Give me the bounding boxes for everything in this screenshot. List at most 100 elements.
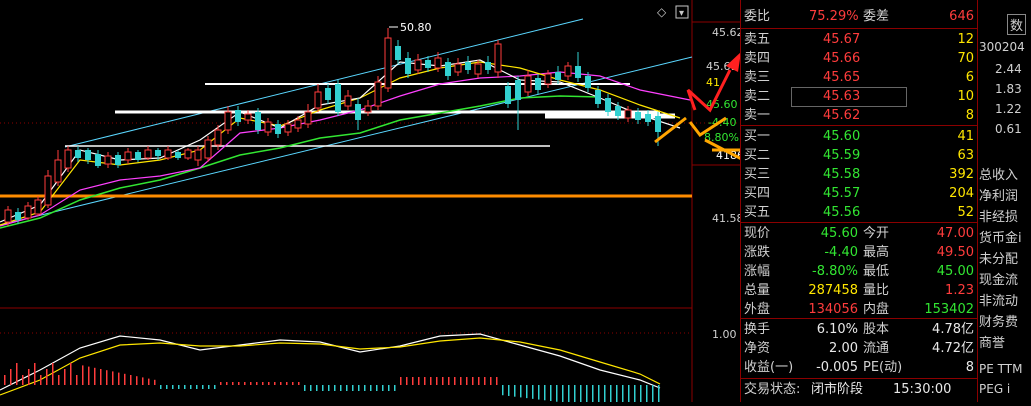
macd-bar <box>112 371 114 385</box>
marker-label-2: 41 <box>706 76 720 89</box>
macd-bar <box>460 377 462 385</box>
bid-price: 45.59 <box>823 148 861 163</box>
bid-label: 买三 <box>744 167 771 182</box>
macd-bar <box>244 382 246 385</box>
macd-bar <box>46 369 48 385</box>
bid-row[interactable]: 买四 45.57 204 <box>741 184 978 203</box>
macd-bar <box>592 385 594 406</box>
side-item[interactable]: 未分配 <box>979 248 1018 267</box>
diamond-icon[interactable]: ◇ <box>657 5 667 19</box>
bid-volume: 204 <box>949 186 974 201</box>
macd-bar <box>238 382 240 385</box>
side-item[interactable]: 商誉 <box>979 332 1005 351</box>
side-item[interactable]: 财务费 <box>979 311 1018 330</box>
bid-row[interactable]: 买三 45.58 392 <box>741 165 978 184</box>
candle-body <box>115 155 121 165</box>
macd-bar <box>502 385 504 396</box>
macd-bar <box>262 382 264 385</box>
ask-row[interactable]: 卖五 45.67 12 <box>741 30 978 49</box>
status-row: 交易状态: 闭市阶段 15:30:00 <box>741 380 978 399</box>
kline-chart[interactable]: 50.80 ◇ ▾ 45.62 41.58 1.00 45.61 41 45.6… <box>0 0 783 406</box>
selected-ask-box[interactable] <box>791 87 907 107</box>
stat-label: 今开 <box>863 226 890 241</box>
candle-body <box>304 111 312 125</box>
candle-body <box>325 88 331 100</box>
bid-row[interactable]: 买一 45.60 41 <box>741 127 978 146</box>
macd-bar <box>628 385 630 406</box>
candle-body <box>275 124 281 134</box>
status-time: 15:30:00 <box>893 382 952 397</box>
candle-body <box>314 91 322 109</box>
quote-panel: 委比 75.29% 委差 646 卖五 45.67 12 卖四 45.66 70 卖三 45.… <box>740 0 978 402</box>
stat2-value: 4.72亿 <box>932 341 974 356</box>
side-tab[interactable]: 数 <box>1007 14 1027 35</box>
macd-bar <box>172 385 174 389</box>
macd-bar <box>100 369 102 385</box>
stat-label: 最高 <box>863 245 890 260</box>
kline-svg[interactable]: 50.80 ◇ ▾ 45.62 41.58 1.00 45.61 41 45.6… <box>0 0 783 406</box>
macd-bar <box>478 377 480 385</box>
ask-label: 卖二 <box>744 89 771 104</box>
macd-bar <box>226 382 228 385</box>
stat-row: 涨幅 -8.80% 最低 45.00 <box>741 262 978 281</box>
candle-body <box>374 81 382 107</box>
macd-bar <box>160 385 162 389</box>
macd-bar <box>580 385 582 405</box>
bid-row[interactable]: 买五 45.56 52 <box>741 203 978 222</box>
macd-bar <box>88 366 90 385</box>
candle-body <box>535 78 541 90</box>
stat2-label: 净资 <box>744 341 771 356</box>
macd-bar <box>652 385 654 406</box>
side-item[interactable]: 非经损 <box>979 206 1018 225</box>
candle-body <box>144 149 152 159</box>
macd-dif-line <box>0 333 661 391</box>
candle-body <box>244 113 252 121</box>
macd-bar <box>544 385 546 401</box>
side-item[interactable]: 非流动 <box>979 290 1018 309</box>
bid-price: 45.60 <box>823 129 861 144</box>
side-item[interactable]: 现金流 <box>979 269 1018 288</box>
macd-bar <box>94 367 96 385</box>
ask-volume: 10 <box>957 89 974 104</box>
weibi-row: 委比 75.29% 委差 646 <box>741 7 978 26</box>
macd-bar <box>448 377 450 385</box>
stat-label: 外盘 <box>744 302 771 317</box>
side-pe-ttm[interactable]: PE TTM <box>979 362 1022 376</box>
candle-body <box>445 62 451 76</box>
macd-bar <box>424 377 426 385</box>
macd-bar <box>268 382 270 385</box>
bid-row[interactable]: 买二 45.59 63 <box>741 146 978 165</box>
side-item[interactable]: 货币金i <box>979 227 1022 246</box>
side-stock-code[interactable]: 300204 <box>979 40 1025 54</box>
macd-bar <box>538 385 540 400</box>
macd-bar <box>346 385 348 391</box>
candle-body <box>425 60 431 68</box>
macd-bar <box>640 385 642 406</box>
stat2-value: 4.78亿 <box>932 322 974 337</box>
ask-row[interactable]: 卖三 45.65 6 <box>741 68 978 87</box>
side-item[interactable]: 净利润 <box>979 185 1018 204</box>
candle-body <box>284 123 292 133</box>
ask-label: 卖一 <box>744 108 771 123</box>
side-item[interactable]: 总收入 <box>979 164 1018 183</box>
ask-row[interactable]: 卖一 45.62 8 <box>741 106 978 125</box>
side-peg[interactable]: PEG i <box>979 382 1010 396</box>
candle-body <box>355 104 361 120</box>
macd-bar <box>28 369 30 385</box>
candle-body <box>585 76 591 88</box>
macd-bar <box>70 363 72 385</box>
ask-price: 45.65 <box>823 70 861 85</box>
candle-body <box>544 73 552 85</box>
ma60-line <box>0 95 601 229</box>
weicha-label: 委差 <box>863 9 890 24</box>
side-num-1: 1.83 <box>995 82 1022 96</box>
candle-body <box>194 149 202 161</box>
candle-body <box>294 119 302 129</box>
candle-body <box>605 98 611 112</box>
ask-row[interactable]: 卖四 45.66 70 <box>741 49 978 68</box>
macd-bar <box>280 382 282 385</box>
candle-body <box>524 75 532 93</box>
macd-dea-line <box>0 337 661 396</box>
ask-price: 45.62 <box>823 108 861 123</box>
ask-volume: 6 <box>965 70 974 85</box>
